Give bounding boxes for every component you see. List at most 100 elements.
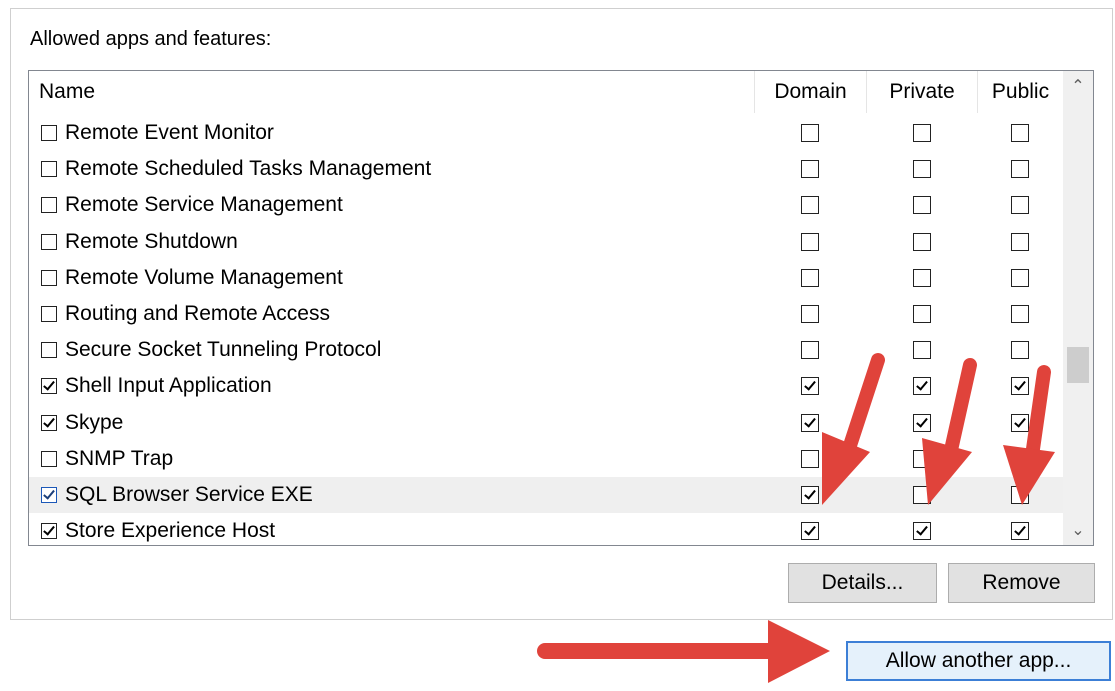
vertical-scrollbar[interactable]: ⌃ ⌄ xyxy=(1063,71,1093,545)
domain-checkbox[interactable] xyxy=(801,522,819,541)
private-checkbox[interactable] xyxy=(912,268,931,287)
list-item[interactable]: Remote Service Management xyxy=(29,187,1063,223)
scroll-thumb[interactable] xyxy=(1067,347,1089,383)
column-header-public[interactable]: Public xyxy=(977,71,1063,113)
column-header-private[interactable]: Private xyxy=(866,71,977,113)
enable-checkbox[interactable] xyxy=(41,378,57,395)
private-checkbox[interactable] xyxy=(912,377,931,396)
app-name-cell[interactable]: Shell Input Application xyxy=(41,368,272,404)
domain-cell xyxy=(754,115,866,151)
list-item[interactable]: Remote Volume Management xyxy=(29,260,1063,296)
enable-checkbox[interactable] xyxy=(41,197,57,214)
app-name-cell[interactable]: SQL Browser Service EXE xyxy=(41,477,313,513)
list-item[interactable]: Remote Event Monitor xyxy=(29,115,1063,151)
domain-checkbox[interactable] xyxy=(801,304,819,323)
remove-button[interactable]: Remove xyxy=(948,563,1095,603)
enable-checkbox[interactable] xyxy=(41,125,57,141)
enable-checkbox[interactable] xyxy=(41,269,57,286)
public-checkbox[interactable] xyxy=(1011,304,1029,323)
public-checkbox[interactable] xyxy=(1011,232,1029,251)
app-name-cell[interactable]: Remote Shutdown xyxy=(41,224,238,260)
public-checkbox[interactable] xyxy=(1011,485,1029,504)
public-checkbox[interactable] xyxy=(1011,268,1029,287)
enable-checkbox[interactable] xyxy=(41,450,57,467)
private-checkbox[interactable] xyxy=(912,304,931,323)
column-header-domain[interactable]: Domain xyxy=(754,71,866,113)
list-item[interactable]: Skype xyxy=(29,405,1063,441)
public-checkbox[interactable] xyxy=(1011,449,1029,468)
allowed-apps-list[interactable]: Name Domain Private Public Remote Event … xyxy=(28,70,1094,546)
domain-checkbox[interactable] xyxy=(801,160,819,179)
domain-checkbox[interactable] xyxy=(801,341,819,360)
app-name-cell[interactable]: Remote Volume Management xyxy=(41,260,343,296)
domain-checkbox[interactable] xyxy=(801,449,819,468)
private-cell xyxy=(866,151,977,187)
private-checkbox[interactable] xyxy=(912,522,931,541)
domain-cell xyxy=(754,332,866,368)
domain-checkbox[interactable] xyxy=(801,196,819,215)
domain-cell xyxy=(754,296,866,332)
enable-checkbox[interactable] xyxy=(41,523,57,540)
chevron-up-icon: ⌃ xyxy=(1071,78,1085,95)
list-header: Name Domain Private Public xyxy=(29,71,1063,113)
private-checkbox[interactable] xyxy=(912,449,931,468)
list-item[interactable]: Store Experience Host xyxy=(29,513,1063,545)
public-checkbox[interactable] xyxy=(1011,413,1029,432)
private-cell xyxy=(866,187,977,223)
list-item[interactable]: Routing and Remote Access xyxy=(29,296,1063,332)
public-cell xyxy=(977,513,1063,545)
app-name-cell[interactable]: Secure Socket Tunneling Protocol xyxy=(41,332,381,368)
private-checkbox[interactable] xyxy=(912,196,931,215)
list-item[interactable]: Remote Scheduled Tasks Management xyxy=(29,151,1063,187)
public-checkbox[interactable] xyxy=(1011,522,1029,541)
domain-checkbox[interactable] xyxy=(801,268,819,287)
public-checkbox[interactable] xyxy=(1011,196,1029,215)
domain-checkbox[interactable] xyxy=(801,377,819,396)
domain-checkbox[interactable] xyxy=(801,485,819,504)
private-checkbox[interactable] xyxy=(912,232,931,251)
list-item[interactable]: SQL Browser Service EXE xyxy=(29,476,1063,514)
enable-checkbox[interactable] xyxy=(41,342,57,359)
app-name-cell[interactable]: SNMP Trap xyxy=(41,441,173,477)
domain-checkbox[interactable] xyxy=(801,124,819,142)
domain-cell xyxy=(754,513,866,545)
public-checkbox[interactable] xyxy=(1011,341,1029,360)
list-item[interactable]: Secure Socket Tunneling Protocol xyxy=(29,332,1063,368)
column-header-name[interactable]: Name xyxy=(39,71,753,113)
public-checkbox[interactable] xyxy=(1011,124,1029,142)
app-name-cell[interactable]: Skype xyxy=(41,405,123,441)
details-button[interactable]: Details... xyxy=(788,563,937,603)
app-name-cell[interactable]: Routing and Remote Access xyxy=(41,296,330,332)
public-checkbox[interactable] xyxy=(1011,160,1029,179)
domain-cell xyxy=(754,151,866,187)
private-checkbox[interactable] xyxy=(912,485,931,504)
allow-another-app-button[interactable]: Allow another app... xyxy=(846,641,1111,681)
private-cell xyxy=(866,260,977,296)
app-name-cell[interactable]: Remote Event Monitor xyxy=(41,115,274,151)
private-checkbox[interactable] xyxy=(912,160,931,179)
enable-checkbox[interactable] xyxy=(41,161,57,178)
enable-checkbox[interactable] xyxy=(41,486,57,503)
domain-checkbox[interactable] xyxy=(801,232,819,251)
app-name-cell[interactable]: Store Experience Host xyxy=(41,513,275,545)
domain-cell xyxy=(754,441,866,477)
chevron-down-icon: ⌄ xyxy=(1071,522,1085,539)
enable-checkbox[interactable] xyxy=(41,414,57,431)
scroll-down-button[interactable]: ⌄ xyxy=(1063,515,1093,545)
app-name-label: Remote Volume Management xyxy=(65,265,343,289)
list-item[interactable]: Shell Input Application xyxy=(29,368,1063,404)
private-checkbox[interactable] xyxy=(912,413,931,432)
app-name-cell[interactable]: Remote Service Management xyxy=(41,187,343,223)
private-checkbox[interactable] xyxy=(912,341,931,360)
scroll-up-button[interactable]: ⌃ xyxy=(1063,71,1093,101)
private-checkbox[interactable] xyxy=(912,124,931,142)
private-cell xyxy=(866,477,977,513)
enable-checkbox[interactable] xyxy=(41,233,57,250)
app-name-cell[interactable]: Remote Scheduled Tasks Management xyxy=(41,151,431,187)
domain-checkbox[interactable] xyxy=(801,413,819,432)
allowed-apps-title: Allowed apps and features: xyxy=(30,28,272,50)
list-item[interactable]: Remote Shutdown xyxy=(29,224,1063,260)
list-item[interactable]: SNMP Trap xyxy=(29,441,1063,477)
public-checkbox[interactable] xyxy=(1011,377,1029,396)
enable-checkbox[interactable] xyxy=(41,305,57,322)
